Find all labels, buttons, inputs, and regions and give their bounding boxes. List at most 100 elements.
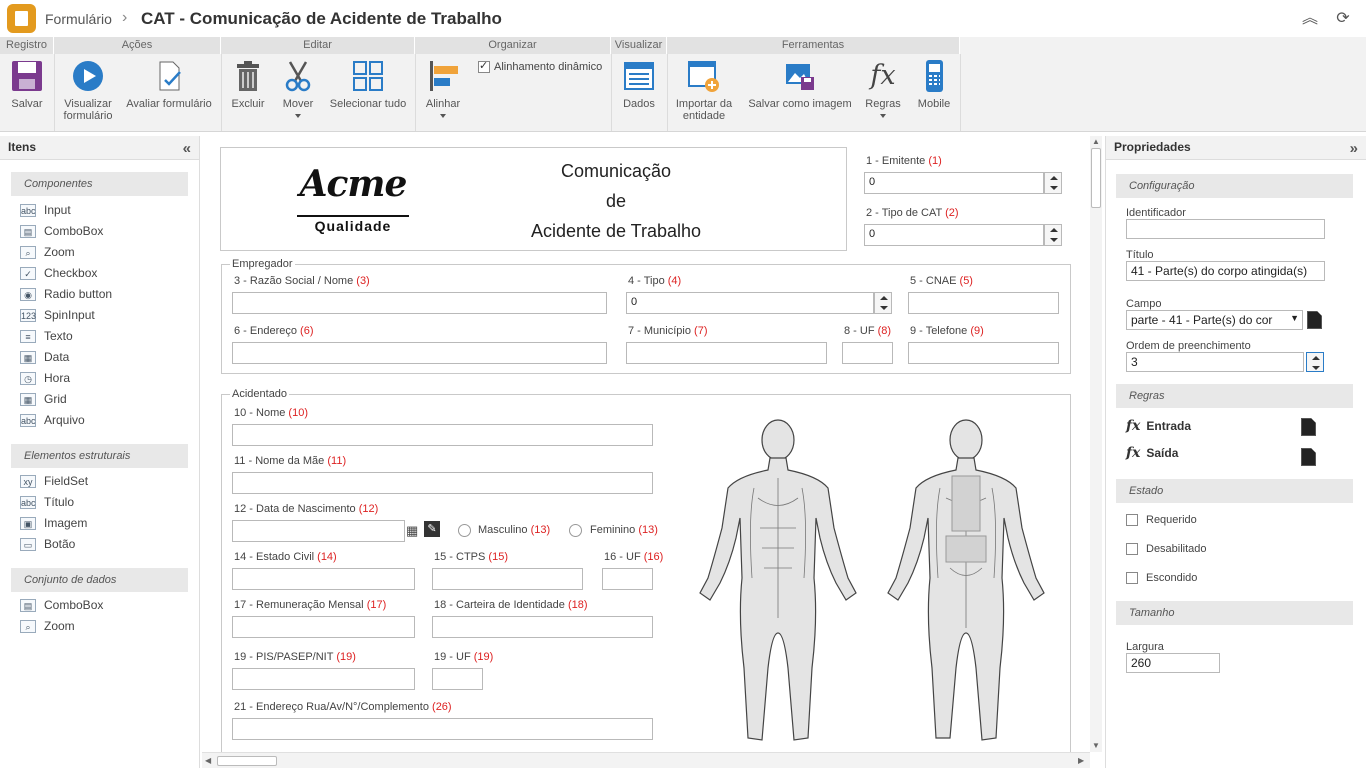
- dynamic-align-check-box[interactable]: [478, 59, 490, 73]
- move-dropdown-caret[interactable]: [295, 114, 301, 118]
- components-item-hora[interactable]: ◷ Hora: [0, 368, 199, 389]
- tipo-cat-input[interactable]: 0: [864, 224, 1044, 246]
- horizontal-scroll-thumb[interactable]: [217, 756, 277, 766]
- import-window-icon: [687, 59, 721, 93]
- feminino-radio[interactable]: [569, 524, 582, 537]
- municipio-input[interactable]: [626, 342, 827, 364]
- dataset-item-zoom[interactable]: ⌕ Zoom: [0, 616, 199, 637]
- components-item-grid[interactable]: ▦ Grid: [0, 389, 199, 410]
- tipo-input[interactable]: 0: [626, 292, 874, 314]
- estado-civil-input[interactable]: [232, 568, 415, 590]
- saida-document-icon[interactable]: [1301, 448, 1316, 466]
- items-panel-header: Itens «: [0, 136, 199, 160]
- endereco-input[interactable]: [232, 342, 607, 364]
- structural-item-fieldset[interactable]: xy FieldSet: [0, 471, 199, 492]
- import-entity-button[interactable]: Importar da entidade: [672, 57, 736, 122]
- masculino-radio[interactable]: [458, 524, 471, 537]
- cnae-label: 5 - CNAE (5): [910, 275, 973, 287]
- collapse-left-icon[interactable]: «: [183, 137, 191, 160]
- form-heading-line2: de: [605, 191, 627, 211]
- horizontal-scrollbar[interactable]: ◀ ▶: [202, 752, 1090, 768]
- dynamic-align-checkbox[interactable]: Alinhamento dinâmico: [478, 59, 602, 73]
- vertical-scrollbar[interactable]: ▲ ▼: [1090, 136, 1102, 752]
- form-header-box[interactable]: Acme Qualidade Comunicação de Acidente d…: [220, 147, 847, 251]
- properties-panel-title: Propriedades: [1114, 140, 1191, 154]
- escondido-checkbox[interactable]: Escondido: [1126, 572, 1197, 584]
- ctps-input[interactable]: [432, 568, 583, 590]
- structural-item-bot-o[interactable]: ▭ Botão: [0, 534, 199, 555]
- requerido-check-box[interactable]: [1126, 514, 1138, 526]
- remuneracao-input[interactable]: [232, 616, 415, 638]
- components-item-texto[interactable]: ≡ Texto: [0, 326, 199, 347]
- structural-item-t-tulo[interactable]: abc Título: [0, 492, 199, 513]
- body-parts-image[interactable]: [688, 418, 1058, 758]
- select-all-button[interactable]: Selecionar tudo: [326, 57, 410, 110]
- entrada-document-icon[interactable]: [1301, 418, 1316, 436]
- evaluate-form-button[interactable]: Avaliar formulário: [124, 57, 214, 110]
- components-item-data[interactable]: ▦ Data: [0, 347, 199, 368]
- emitente-input[interactable]: 0: [864, 172, 1044, 194]
- align-dropdown-caret[interactable]: [440, 114, 446, 118]
- components-item-input[interactable]: abc Input: [0, 200, 199, 221]
- requerido-checkbox[interactable]: Requerido: [1126, 514, 1197, 526]
- pis-input[interactable]: [232, 668, 415, 690]
- cnae-input[interactable]: [908, 292, 1059, 314]
- emitente-spinner[interactable]: [1044, 172, 1062, 194]
- identificador-input[interactable]: [1126, 219, 1325, 239]
- clear-date-icon[interactable]: ✎: [424, 521, 440, 537]
- structural-item-imagem[interactable]: ▣ Imagem: [0, 513, 199, 534]
- dataset-item-combobox[interactable]: ▤ ComboBox: [0, 595, 199, 616]
- collapse-up-icon[interactable]: ︽: [1301, 10, 1319, 28]
- identidade-input[interactable]: [432, 616, 653, 638]
- vertical-scroll-thumb[interactable]: [1091, 148, 1101, 208]
- components-item-checkbox[interactable]: ✓ Checkbox: [0, 263, 199, 284]
- razao-input[interactable]: [232, 292, 607, 314]
- components-item-zoom[interactable]: ⌕ Zoom: [0, 242, 199, 263]
- saida-rule[interactable]: fx Saída: [1126, 445, 1178, 461]
- align-button[interactable]: Alinhar: [422, 57, 464, 118]
- refresh-icon[interactable]: ⟳: [1334, 10, 1352, 28]
- mae-input[interactable]: [232, 472, 653, 494]
- titulo-input[interactable]: 41 - Parte(s) do corpo atingida(s): [1126, 261, 1325, 281]
- save-button[interactable]: Salvar: [6, 57, 48, 110]
- breadcrumb-formulario[interactable]: Formulário: [45, 11, 112, 27]
- telefone-input[interactable]: [908, 342, 1059, 364]
- uf-input[interactable]: [842, 342, 893, 364]
- components-item-spininput[interactable]: 123 SpinInput: [0, 305, 199, 326]
- largura-input[interactable]: 260: [1126, 653, 1220, 673]
- component-icon: ▦: [20, 393, 36, 406]
- tipo-spinner[interactable]: [874, 292, 892, 314]
- campo-document-icon[interactable]: [1307, 311, 1322, 329]
- calendar-icon[interactable]: ▦: [406, 523, 418, 539]
- component-icon: ⌕: [20, 620, 36, 633]
- tipo-cat-spinner[interactable]: [1044, 224, 1062, 246]
- campo-select[interactable]: parte - 41 - Parte(s) do cor ▼: [1126, 310, 1303, 330]
- components-item-radio-button[interactable]: ◉ Radio button: [0, 284, 199, 305]
- escondido-check-box[interactable]: [1126, 572, 1138, 584]
- uf19-label: 19 - UF (19): [434, 651, 494, 663]
- uf16-input[interactable]: [602, 568, 653, 590]
- components-item-combobox[interactable]: ▤ ComboBox: [0, 221, 199, 242]
- data-button[interactable]: Dados: [618, 57, 660, 110]
- ordem-spinner[interactable]: [1306, 352, 1324, 372]
- ordem-input[interactable]: 3: [1126, 352, 1304, 372]
- preview-form-button[interactable]: Visualizar formulário: [58, 57, 118, 122]
- nasc-input[interactable]: [232, 520, 405, 542]
- entrada-rule[interactable]: fx Entrada: [1126, 418, 1191, 434]
- desabilitado-checkbox[interactable]: Desabilitado: [1126, 543, 1207, 555]
- nome-input[interactable]: [232, 424, 653, 446]
- rules-dropdown-caret[interactable]: [880, 114, 886, 118]
- component-icon: ⌕: [20, 246, 36, 259]
- rules-button[interactable]: fx Regras: [862, 57, 904, 118]
- uf19-input[interactable]: [432, 668, 483, 690]
- remuneracao-label: 17 - Remuneração Mensal (17): [234, 599, 387, 611]
- mobile-button[interactable]: Mobile: [912, 57, 956, 110]
- move-button[interactable]: Mover: [278, 57, 318, 118]
- collapse-right-icon[interactable]: »: [1350, 137, 1358, 160]
- endereco-rua-input[interactable]: [232, 718, 653, 740]
- mobile-phone-icon: [917, 59, 951, 93]
- components-item-arquivo[interactable]: abc Arquivo: [0, 410, 199, 431]
- desabilitado-check-box[interactable]: [1126, 543, 1138, 555]
- delete-button[interactable]: Excluir: [228, 57, 268, 110]
- save-as-image-button[interactable]: Salvar como imagem: [746, 57, 854, 110]
